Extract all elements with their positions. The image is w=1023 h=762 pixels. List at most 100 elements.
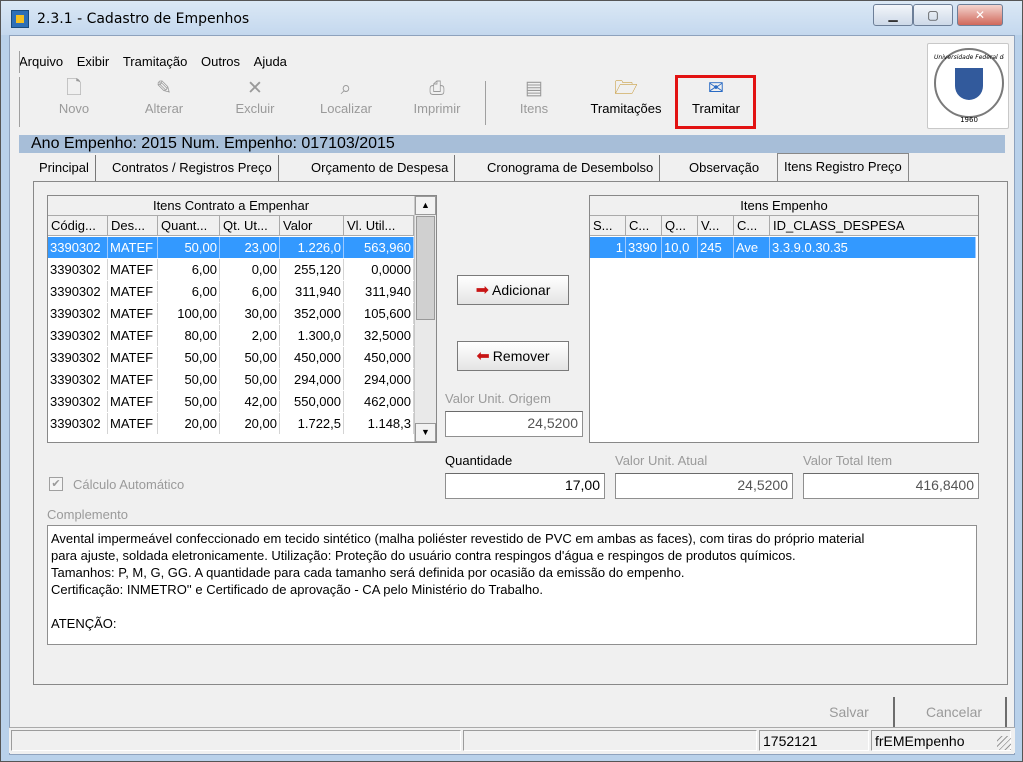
table-cell: 3390302 xyxy=(48,281,108,302)
table-cell: 450,000 xyxy=(280,347,344,368)
table-cell: 550,000 xyxy=(280,391,344,412)
scroll-thumb[interactable] xyxy=(416,216,435,320)
status-form-name: frEMEmpenho xyxy=(871,730,1011,751)
scroll-down-button[interactable]: ▼ xyxy=(415,423,436,442)
table-cell: 42,00 xyxy=(220,391,280,412)
column-header[interactable]: Quant... xyxy=(158,216,220,236)
table-cell: 32,5000 xyxy=(344,325,414,346)
table-cell: 80,00 xyxy=(158,325,220,346)
table-cell: 50,00 xyxy=(220,369,280,390)
column-header[interactable]: C... xyxy=(626,216,662,236)
novo-label: Novo xyxy=(58,101,90,116)
scroll-up-button[interactable]: ▲ xyxy=(415,196,436,215)
novo-button[interactable]: 🗋 Novo xyxy=(47,77,101,127)
table-cell: 2,00 xyxy=(220,325,280,346)
menu-ajuda[interactable]: Ajuda xyxy=(254,51,287,73)
folder-key-icon: 🗁 xyxy=(614,78,638,99)
window-title: 2.3.1 - Cadastro de Empenhos xyxy=(37,11,250,27)
menu-exibir[interactable]: Exibir xyxy=(77,51,110,73)
column-header[interactable]: Q... xyxy=(662,216,698,236)
grid-title: Itens Contrato a Empenhar xyxy=(48,196,414,216)
excluir-label: Excluir xyxy=(235,101,275,116)
resize-grip-icon[interactable] xyxy=(997,736,1011,750)
menu-outros[interactable]: Outros xyxy=(201,51,240,73)
status-panel xyxy=(11,730,461,751)
status-bar: 1752121 frEMEmpenho xyxy=(9,727,1015,753)
arrow-up-icon: ▲ xyxy=(421,200,430,210)
itens-label: Itens xyxy=(519,101,549,116)
table-cell: 3390302 xyxy=(48,237,108,258)
imprimir-label: Imprimir xyxy=(413,101,461,116)
table-cell: 105,600 xyxy=(344,303,414,324)
column-header[interactable]: Qt. Ut... xyxy=(220,216,280,236)
table-cell: MATEF xyxy=(108,281,158,302)
table-cell: 3.3.9.0.30.35 xyxy=(770,237,976,258)
calculo-automatico-checkbox[interactable]: ✔ xyxy=(49,477,63,491)
table-cell: 23,00 xyxy=(220,237,280,258)
status-user-id: 1752121 xyxy=(759,730,869,751)
table-cell: 294,000 xyxy=(280,369,344,390)
itens-button[interactable]: ▤ Itens xyxy=(509,77,559,127)
complemento-memo[interactable]: Avental impermeável confeccionado em tec… xyxy=(47,525,977,645)
menu-arquivo[interactable]: Arquivo xyxy=(19,51,63,73)
table-cell: 6,00 xyxy=(220,281,280,302)
tab-cronograma[interactable]: Cronograma de Desembolso xyxy=(481,155,661,181)
minimize-button[interactable]: ▁ xyxy=(873,4,913,26)
university-logo: Universidade Federal de Santa Maria 1960 xyxy=(927,43,1009,129)
alterar-button[interactable]: ✎ Alterar xyxy=(137,77,191,127)
valor-unit-atual-label: Valor Unit. Atual xyxy=(615,453,708,468)
valor-total-item-field[interactable]: 416,8400 xyxy=(803,473,979,499)
status-panel xyxy=(463,730,757,751)
alterar-label: Alterar xyxy=(144,101,184,116)
menu-tramitacao[interactable]: Tramitação xyxy=(123,51,188,73)
tab-contratos[interactable]: Contratos / Registros Preço xyxy=(106,155,279,181)
column-header[interactable]: ID_CLASS_DESPESA xyxy=(770,216,978,236)
column-header[interactable]: Vl. Util... xyxy=(344,216,414,236)
remover-label: Remover xyxy=(492,348,550,364)
tab-orcamento[interactable]: Orçamento de Despesa xyxy=(305,155,456,181)
tab-itens-registro-preco[interactable]: Itens Registro Preço xyxy=(777,153,909,181)
logo-arc-text: Universidade Federal de Santa Maria xyxy=(934,54,1004,61)
imprimir-button[interactable]: ⎙ Imprimir xyxy=(407,77,467,127)
minimize-icon: ▁ xyxy=(888,8,898,22)
adicionar-button[interactable]: ➡ Adicionar xyxy=(457,275,569,305)
column-header[interactable]: Des... xyxy=(108,216,158,236)
toolbar-grip xyxy=(19,77,20,127)
arrow-left-icon: ⬅ xyxy=(476,348,490,365)
column-header[interactable]: S... xyxy=(590,216,626,236)
grid-title: Itens Empenho xyxy=(590,196,978,216)
delete-icon: ✕ xyxy=(247,78,263,99)
logo-year: 1960 xyxy=(960,116,978,124)
table-cell: 245 xyxy=(698,237,734,258)
empenho-header: Ano Empenho: 2015 Num. Empenho: 017103/2… xyxy=(19,135,1005,153)
quantidade-field[interactable]: 17,00 xyxy=(445,473,605,499)
valor-unit-atual-field[interactable]: 24,5200 xyxy=(615,473,793,499)
excluir-button[interactable]: ✕ Excluir xyxy=(227,77,283,127)
arrow-right-icon: ➡ xyxy=(475,282,490,299)
vertical-scrollbar[interactable]: ▲ ▼ xyxy=(414,196,436,442)
valor-total-item-label: Valor Total Item xyxy=(803,453,893,468)
itens-contrato-grid[interactable]: Itens Contrato a Empenhar Códig... Des..… xyxy=(47,195,437,443)
tramitacoes-button[interactable]: 🗁 Tramitações xyxy=(581,77,671,127)
table-cell: MATEF xyxy=(108,325,158,346)
table-cell: 3390302 xyxy=(48,303,108,324)
close-button[interactable]: ✕ xyxy=(957,4,1003,26)
table-cell: 3390302 xyxy=(48,391,108,412)
cancelar-button[interactable]: Cancelar xyxy=(903,697,1007,727)
table-cell: 6,00 xyxy=(158,281,220,302)
salvar-button[interactable]: Salvar xyxy=(805,697,895,727)
valor-unit-origem-field[interactable]: 24,5200 xyxy=(445,411,583,437)
column-header[interactable]: V... xyxy=(698,216,734,236)
table-cell: MATEF xyxy=(108,237,158,258)
column-header[interactable]: Valor xyxy=(280,216,344,236)
column-header[interactable]: C... xyxy=(734,216,770,236)
localizar-button[interactable]: ⌕ Localizar xyxy=(311,77,381,127)
tab-principal[interactable]: Principal xyxy=(33,155,96,181)
printer-icon: ⎙ xyxy=(429,78,445,99)
tab-observacao[interactable]: Observação xyxy=(683,155,765,181)
remover-button[interactable]: ⬅ Remover xyxy=(457,341,569,371)
maximize-button[interactable]: ▢ xyxy=(913,4,953,26)
column-header[interactable]: Códig... xyxy=(48,216,108,236)
table-cell: 450,000 xyxy=(344,347,414,368)
itens-empenho-grid[interactable]: Itens Empenho S... C... Q... V... C... I… xyxy=(589,195,979,443)
